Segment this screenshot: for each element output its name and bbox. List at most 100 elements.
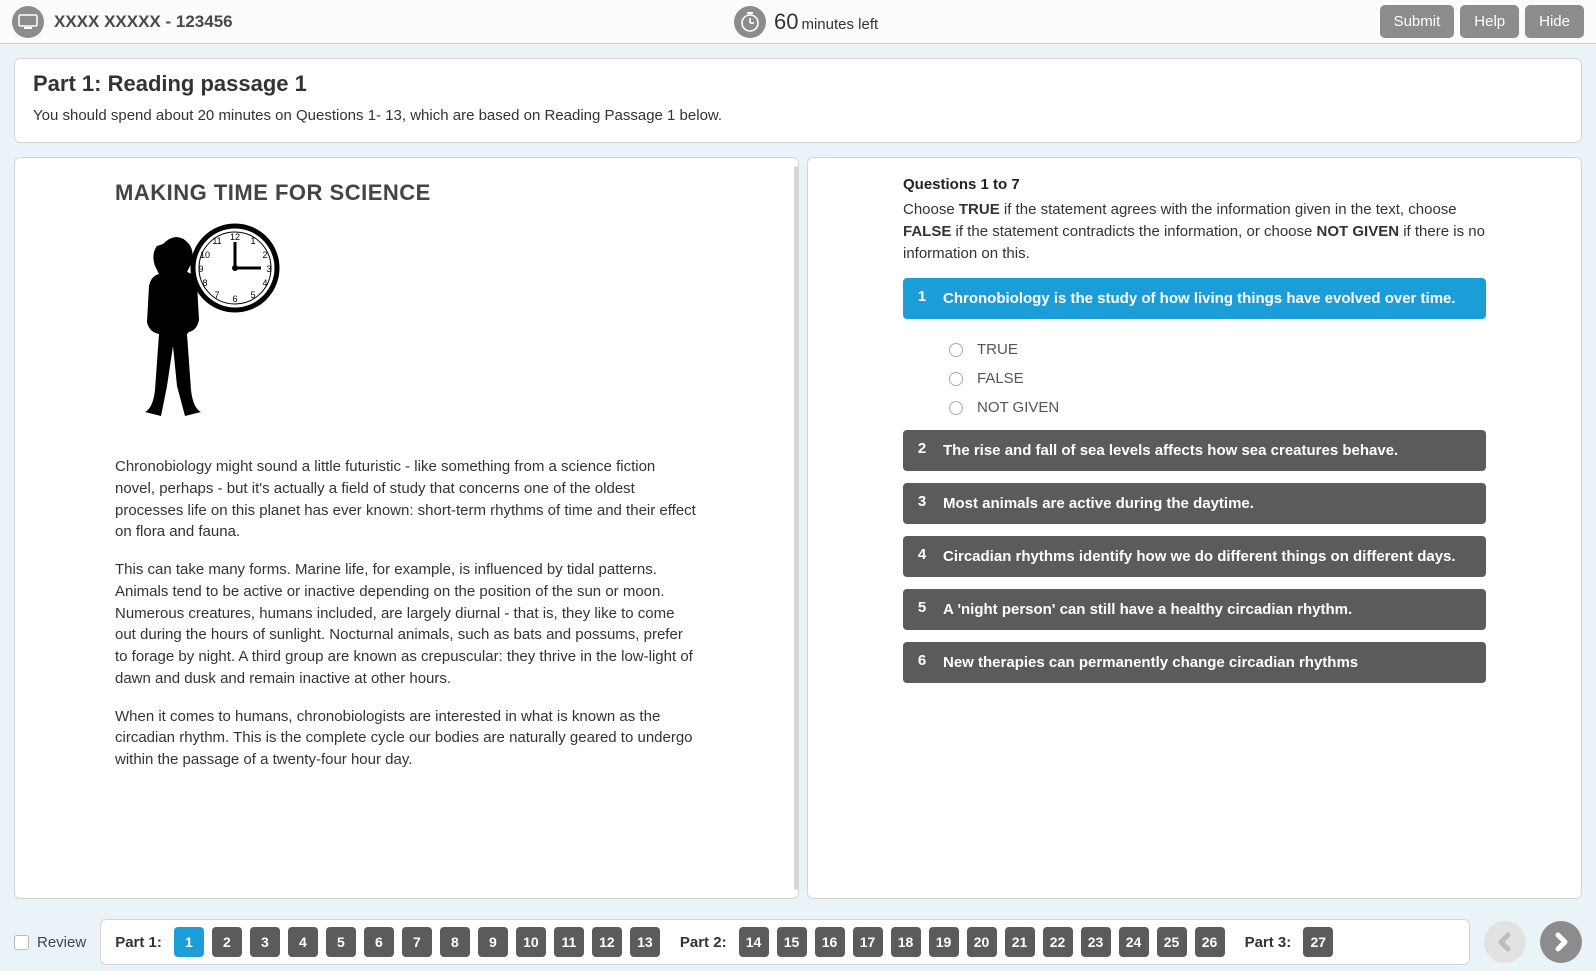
- nav-question-button[interactable]: 19: [929, 927, 959, 957]
- questions-list: 1 Chronobiology is the study of how livin…: [903, 278, 1486, 683]
- svg-text:5: 5: [250, 290, 255, 300]
- question-text: A 'night person' can still have a health…: [943, 599, 1474, 620]
- svg-text:8: 8: [202, 278, 207, 288]
- option-label: TRUE: [977, 341, 1018, 358]
- passage-title: MAKING TIME FOR SCIENCE: [115, 180, 698, 206]
- reading-pane[interactable]: MAKING TIME FOR SCIENCE 12 1 2 3 4 5 6 7: [14, 157, 799, 899]
- questions-pane[interactable]: Questions 1 to 7 Choose TRUE if the stat…: [807, 157, 1582, 899]
- svg-text:2: 2: [262, 250, 267, 260]
- nav-question-button[interactable]: 18: [891, 927, 921, 957]
- nav-question-button[interactable]: 15: [777, 927, 807, 957]
- nav-question-button[interactable]: 27: [1303, 927, 1333, 957]
- question-header[interactable]: 6 New therapies can permanently change ci…: [903, 642, 1486, 683]
- svg-text:12: 12: [230, 232, 240, 242]
- svg-text:11: 11: [212, 236, 221, 246]
- svg-text:6: 6: [232, 294, 237, 304]
- instructions-card: Part 1: Reading passage 1 You should spe…: [14, 58, 1582, 143]
- nav-question-button[interactable]: 8: [440, 927, 470, 957]
- question-text: Chronobiology is the study of how living…: [943, 288, 1474, 309]
- question-options: TRUE FALSE NOT GIVEN: [903, 331, 1486, 430]
- page-wrap: Part 1: Reading passage 1 You should spe…: [0, 44, 1596, 913]
- nav-question-button[interactable]: 21: [1005, 927, 1035, 957]
- nav-question-button[interactable]: 7: [402, 927, 432, 957]
- question-number: 5: [915, 599, 929, 620]
- svg-text:10: 10: [200, 250, 210, 260]
- nav-question-button[interactable]: 16: [815, 927, 845, 957]
- help-button[interactable]: Help: [1460, 5, 1519, 38]
- part-title: Part 1: Reading passage 1: [33, 71, 1563, 97]
- question-number: 2: [915, 440, 929, 461]
- option-row[interactable]: NOT GIVEN: [949, 393, 1486, 422]
- bottom-bar: Review Part 1:12345678910111213Part 2:14…: [0, 913, 1596, 971]
- radio-icon: [949, 372, 963, 386]
- nav-question-button[interactable]: 26: [1195, 927, 1225, 957]
- question-header[interactable]: 3Most animals are active during the dayt…: [903, 483, 1486, 524]
- radio-icon: [949, 401, 963, 415]
- question-number: 1: [915, 288, 929, 309]
- question-text: Most animals are active during the dayti…: [943, 493, 1474, 514]
- part-label: Part 3:: [1245, 934, 1292, 951]
- part-label: Part 1:: [115, 934, 162, 951]
- passage-paragraph: Chronobiology might sound a little futur…: [115, 456, 698, 543]
- candidate-label: XXXX XXXXX - 123456: [54, 12, 233, 32]
- nav-question-button[interactable]: 1: [174, 927, 204, 957]
- review-checkbox[interactable]: Review: [14, 934, 86, 951]
- question-text: The rise and fall of sea levels affects …: [943, 440, 1474, 461]
- checkbox-icon: [14, 935, 29, 950]
- option-row[interactable]: FALSE: [949, 364, 1486, 393]
- option-label: NOT GIVEN: [977, 399, 1059, 416]
- svg-text:1: 1: [250, 236, 255, 246]
- nav-question-button[interactable]: 5: [326, 927, 356, 957]
- nav-question-button[interactable]: 9: [478, 927, 508, 957]
- nav-question-button[interactable]: 24: [1119, 927, 1149, 957]
- nav-question-button[interactable]: 22: [1043, 927, 1073, 957]
- question-number: 4: [915, 546, 929, 567]
- nav-question-button[interactable]: 3: [250, 927, 280, 957]
- nav-question-button[interactable]: 2: [212, 927, 242, 957]
- nav-question-button[interactable]: 10: [516, 927, 546, 957]
- questions-instruction: Choose TRUE if the statement agrees with…: [903, 199, 1486, 264]
- nav-question-button[interactable]: 14: [739, 927, 769, 957]
- nav-question-button[interactable]: 11: [554, 927, 584, 957]
- part-label: Part 2:: [680, 934, 727, 951]
- review-label: Review: [37, 934, 86, 951]
- nav-question-button[interactable]: 4: [288, 927, 318, 957]
- nav-question-button[interactable]: 25: [1157, 927, 1187, 957]
- passage-body: Chronobiology might sound a little futur…: [115, 456, 698, 771]
- passage-illustration: 12 1 2 3 4 5 6 7 8 9 10 11: [115, 218, 295, 438]
- part-subtitle: You should spend about 20 minutes on Que…: [33, 105, 1563, 126]
- nav-question-button[interactable]: 13: [630, 927, 660, 957]
- top-buttons: Submit Help Hide: [1380, 5, 1584, 38]
- question-header[interactable]: 2 The rise and fall of sea levels affects…: [903, 430, 1486, 471]
- radio-icon: [949, 343, 963, 357]
- question-header[interactable]: 1 Chronobiology is the study of how livin…: [903, 278, 1486, 319]
- nav-question-button[interactable]: 12: [592, 927, 622, 957]
- timer-text: 60minutes left: [774, 9, 878, 35]
- prev-button[interactable]: [1484, 921, 1526, 963]
- question-text: Circadian rhythms identify how we do dif…: [943, 546, 1474, 567]
- option-label: FALSE: [977, 370, 1024, 387]
- main-split: MAKING TIME FOR SCIENCE 12 1 2 3 4 5 6 7: [14, 157, 1582, 899]
- next-button[interactable]: [1540, 921, 1582, 963]
- top-bar: XXXX XXXXX - 123456 60minutes left Submi…: [0, 0, 1596, 44]
- submit-button[interactable]: Submit: [1380, 5, 1455, 38]
- clock-icon: [734, 6, 766, 38]
- nav-question-button[interactable]: 17: [853, 927, 883, 957]
- question-header[interactable]: 5 A 'night person' can still have a healt…: [903, 589, 1486, 630]
- question-number: 6: [915, 652, 929, 673]
- nav-question-button[interactable]: 23: [1081, 927, 1111, 957]
- svg-text:4: 4: [262, 278, 267, 288]
- questions-heading: Questions 1 to 7: [903, 176, 1486, 193]
- svg-text:9: 9: [198, 264, 203, 274]
- nav-question-button[interactable]: 20: [967, 927, 997, 957]
- question-text: New therapies can permanently change cir…: [943, 652, 1474, 673]
- monitor-icon: [12, 6, 44, 38]
- question-header[interactable]: 4 Circadian rhythms identify how we do di…: [903, 536, 1486, 577]
- question-nav[interactable]: Part 1:12345678910111213Part 2:141516171…: [100, 919, 1470, 965]
- hide-button[interactable]: Hide: [1525, 5, 1584, 38]
- passage-paragraph: This can take many forms. Marine life, f…: [115, 559, 698, 690]
- nav-question-button[interactable]: 6: [364, 927, 394, 957]
- svg-text:3: 3: [266, 264, 271, 274]
- passage-paragraph: When it comes to humans, chronobiologist…: [115, 706, 698, 771]
- option-row[interactable]: TRUE: [949, 335, 1486, 364]
